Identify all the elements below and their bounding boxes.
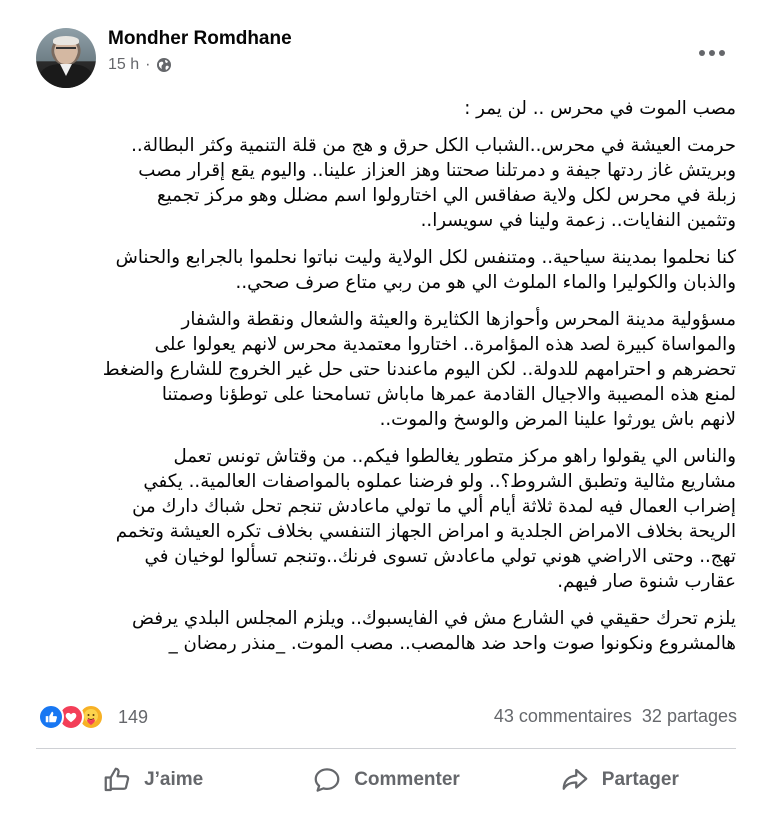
post-paragraph: والناس الي يقولوا راهو مركز متطور يغالطو… <box>115 446 736 592</box>
facebook-post: Mondher Romdhane 15 h · مصب الموت في محر… <box>0 0 769 819</box>
post-paragraph: حرمت العيشة في محرس..الشباب الكل حرق و ه… <box>131 135 736 231</box>
post-paragraph: مسؤولية مدينة المحرس وأحوازها الكثايرة و… <box>102 309 736 430</box>
comment-button[interactable]: Commenter <box>269 752 502 808</box>
thumbs-up-icon <box>104 767 130 792</box>
post-paragraph: كنا نحلموا بمدينة سياحية.. ومتنفس لكل ال… <box>115 247 736 293</box>
more-options-button[interactable] <box>694 38 730 68</box>
dot-icon <box>699 50 705 56</box>
dot-icon <box>719 50 725 56</box>
author-avatar[interactable] <box>36 28 96 88</box>
post-timestamp[interactable]: 15 h <box>108 56 139 74</box>
globe-icon[interactable] <box>156 57 172 73</box>
post-text: مصب الموت في محرس .. لن يمر : حرمت العيش… <box>36 96 736 668</box>
comment-label: Commenter <box>354 769 460 790</box>
post-paragraph: يلزم تحرك حقيقي في الشارع مش في الفايسبو… <box>132 608 736 654</box>
share-label: Partager <box>601 769 679 790</box>
post-stats: 43 commentaires 32 partages <box>494 706 737 727</box>
reaction-count[interactable]: 149 <box>118 707 148 728</box>
share-button[interactable]: Partager <box>503 752 736 808</box>
reactions-summary[interactable]: 149 <box>38 704 148 730</box>
post-paragraph: مصب الموت في محرس .. لن يمر : <box>464 98 736 119</box>
author-name[interactable]: Mondher Romdhane <box>108 28 292 50</box>
actions-divider <box>36 748 736 749</box>
dot-icon <box>709 50 715 56</box>
shares-count-link[interactable]: 32 partages <box>642 706 737 727</box>
post-meta: 15 h · <box>108 56 172 74</box>
like-button[interactable]: J’aime <box>36 752 269 808</box>
comment-bubble-icon <box>314 768 340 792</box>
like-icon <box>38 704 64 730</box>
comments-count-link[interactable]: 43 commentaires <box>494 706 632 727</box>
share-arrow-icon <box>562 768 588 790</box>
like-label: J’aime <box>144 769 204 790</box>
meta-separator: · <box>145 56 151 73</box>
post-actions-bar: J’aime Commenter Partager <box>36 752 736 808</box>
